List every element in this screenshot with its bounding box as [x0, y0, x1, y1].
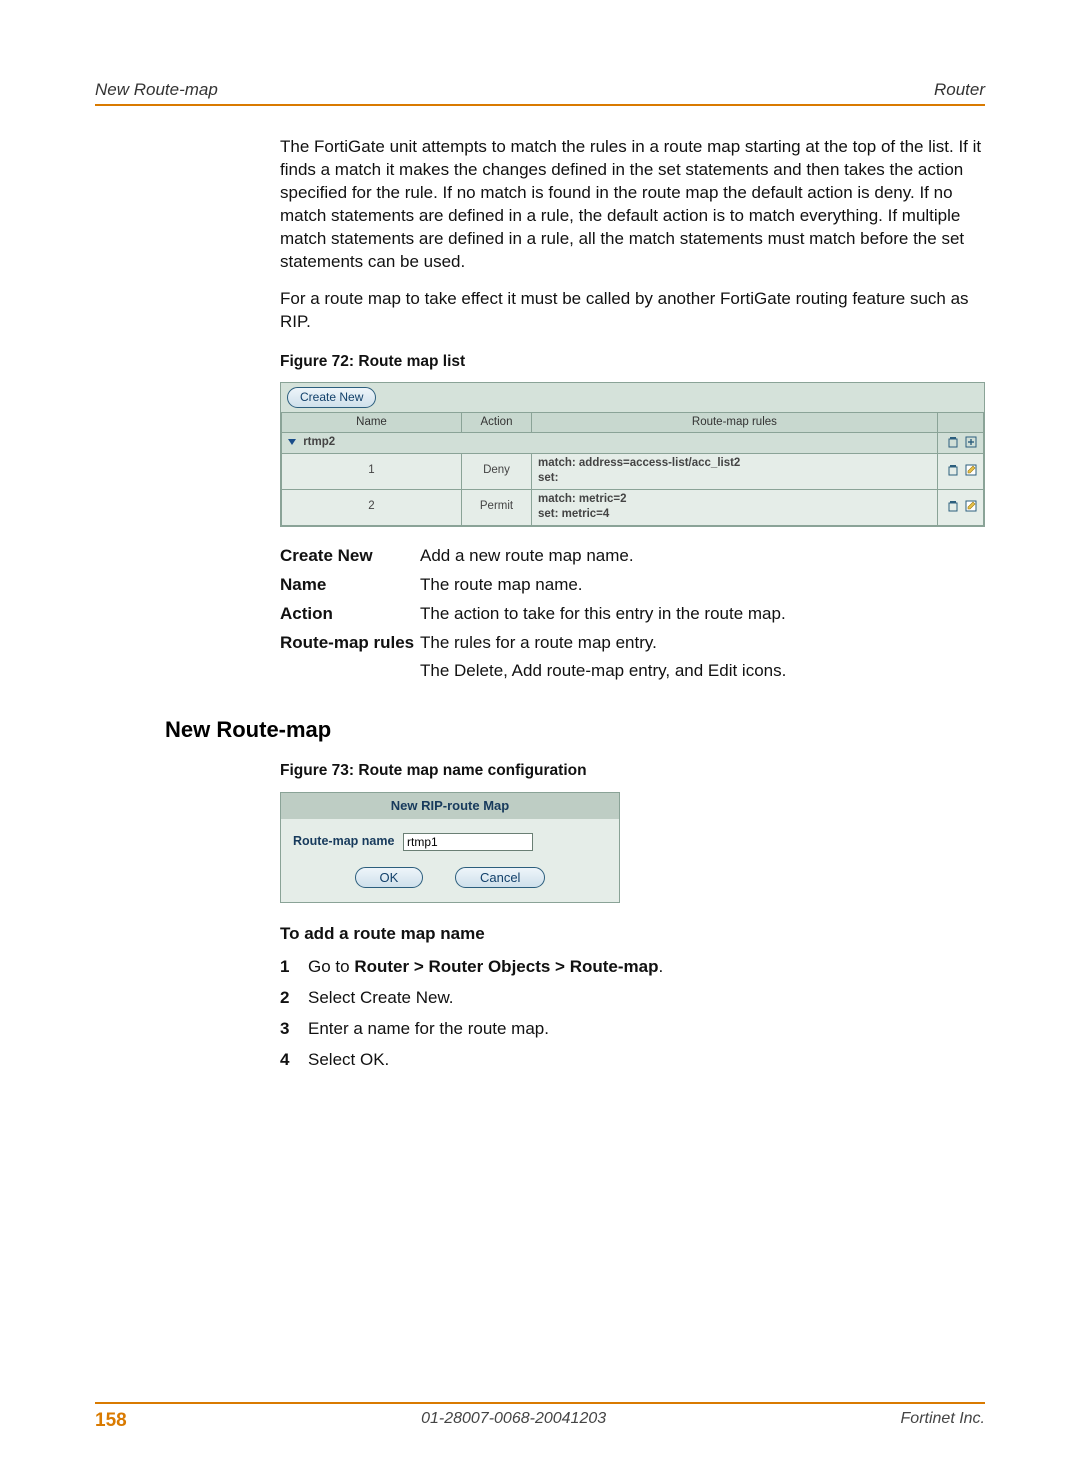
def-term: Name [280, 574, 420, 597]
steps-title: To add a route map name [280, 923, 985, 946]
def-term-blank [280, 660, 420, 683]
step-item: 2 Select Create New. [280, 987, 985, 1010]
col-actions-blank [937, 412, 983, 433]
company-name: Fortinet Inc. [901, 1410, 985, 1432]
route-map-name-label: Route-map name [293, 833, 403, 850]
row-id: 2 [282, 489, 462, 525]
step-item: 4 Select OK. [280, 1049, 985, 1072]
col-rules: Route-map rules [532, 412, 938, 433]
delete-icon[interactable] [947, 464, 959, 476]
step-number: 3 [280, 1018, 308, 1041]
route-map-table: Name Action Route-map rules rtmp2 [281, 412, 984, 526]
edit-icon[interactable] [965, 464, 977, 476]
step-number: 1 [280, 956, 308, 979]
steps: To add a route map name 1 Go to Router >… [280, 923, 985, 1072]
def-desc: Add a new route map name. [420, 545, 985, 568]
step-text: Enter a name for the route map. [308, 1018, 549, 1041]
step-item: 1 Go to Router > Router Objects > Route-… [280, 956, 985, 979]
step-text: Select Create New. [308, 987, 454, 1010]
table-row: 2 Permit match: metric=2 set: metric=4 [282, 489, 984, 525]
col-name: Name [282, 412, 462, 433]
def-desc: The rules for a route map entry. [420, 632, 985, 655]
def-desc: The route map name. [420, 574, 985, 597]
step-number: 2 [280, 987, 308, 1010]
dialog-title: New RIP-route Map [281, 793, 619, 819]
ok-button[interactable]: OK [355, 867, 424, 889]
step-item: 3 Enter a name for the route map. [280, 1018, 985, 1041]
group-name: rtmp2 [303, 436, 335, 448]
table-row: 1 Deny match: address=access-list/acc_li… [282, 453, 984, 489]
col-action: Action [462, 412, 532, 433]
header-right: Router [934, 80, 985, 100]
intro-paragraph-2: For a route map to take effect it must b… [280, 288, 985, 334]
add-entry-icon[interactable] [965, 436, 977, 448]
row-rules: match: metric=2 set: metric=4 [532, 489, 938, 525]
delete-icon[interactable] [947, 500, 959, 512]
def-icons-desc: The Delete, Add route-map entry, and Edi… [420, 660, 985, 683]
figure-72-caption: Figure 72: Route map list [280, 352, 985, 373]
route-map-name-input[interactable] [403, 833, 533, 851]
toolbar: Create New [281, 383, 984, 411]
page-number: 158 [95, 1410, 127, 1432]
row-id: 1 [282, 453, 462, 489]
row-rules: match: address=access-list/acc_list2 set… [532, 453, 938, 489]
intro-paragraph-1: The FortiGate unit attempts to match the… [280, 136, 985, 274]
cancel-button[interactable]: Cancel [455, 867, 545, 889]
def-desc: The action to take for this entry in the… [420, 603, 985, 626]
new-route-map-dialog: New RIP-route Map Route-map name OK Canc… [280, 792, 620, 903]
delete-icon[interactable] [947, 436, 959, 448]
route-map-list-panel: Create New Name Action Route-map rules r… [280, 382, 985, 526]
page-footer: 158 01-28007-0068-20041203 Fortinet Inc. [95, 1402, 985, 1432]
step-number: 4 [280, 1049, 308, 1072]
step-text: Go to Router > Router Objects > Route-ma… [308, 956, 663, 979]
page-header: New Route-map Router [95, 80, 985, 106]
document-id: 01-28007-0068-20041203 [421, 1410, 606, 1432]
row-action: Deny [462, 453, 532, 489]
def-term: Action [280, 603, 420, 626]
table-group-row[interactable]: rtmp2 [282, 433, 984, 454]
definition-list: Create New Add a new route map name. Nam… [280, 545, 985, 684]
def-term: Route-map rules [280, 632, 420, 655]
table-header-row: Name Action Route-map rules [282, 412, 984, 433]
def-term: Create New [280, 545, 420, 568]
header-left: New Route-map [95, 80, 218, 100]
create-new-button[interactable]: Create New [287, 387, 376, 407]
row-action: Permit [462, 489, 532, 525]
section-heading-new-route-map: New Route-map [165, 717, 985, 743]
expand-arrow-icon[interactable] [288, 439, 296, 445]
step-text: Select OK. [308, 1049, 389, 1072]
figure-73-caption: Figure 73: Route map name configuration [280, 761, 985, 782]
edit-icon[interactable] [965, 500, 977, 512]
